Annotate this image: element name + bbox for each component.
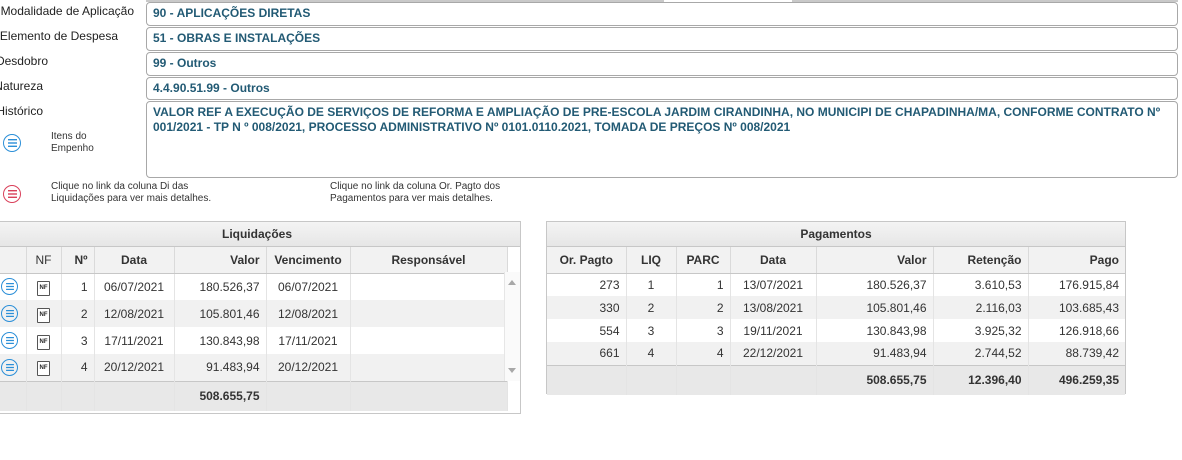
or-pagto-link[interactable]: 554 (547, 319, 627, 342)
label-desdobro: Desdobro (0, 54, 48, 68)
col-valor[interactable]: Valor (816, 247, 934, 274)
nf-document-icon[interactable]: NF (37, 307, 50, 323)
list-icon[interactable] (1, 358, 19, 376)
table-row: NF 1 06/07/2021 180.526,37 06/07/2021 (0, 273, 508, 300)
liquidacoes-total-row: 508.655,75 (0, 380, 508, 411)
table-row: NF 2 12/08/2021 105.801,46 12/08/2021 (0, 300, 508, 327)
col-nf[interactable]: NF (26, 247, 62, 274)
scroll-up-icon[interactable] (508, 280, 516, 285)
col-retencao[interactable]: Retenção (933, 247, 1029, 274)
label-natureza: Natureza (0, 79, 43, 93)
col-data[interactable]: Data (730, 247, 817, 274)
col-numero[interactable]: Nº (61, 247, 95, 274)
itens-empenho-list-icon[interactable] (3, 134, 21, 152)
historico-field: VALOR REF A EXECUÇÃO DE SERVIÇOS DE REFO… (146, 101, 1178, 178)
table-row: 273 1 1 13/07/2021 180.526,37 3.610,53 1… (547, 273, 1125, 296)
liquidacoes-total: 508.655,75 (174, 380, 267, 411)
liquidacoes-table: NF Nº Data Valor Vencimento Responsável … (0, 247, 508, 411)
nf-document-icon[interactable]: NF (37, 361, 50, 377)
list-icon[interactable] (1, 305, 19, 322)
list-icon[interactable] (1, 278, 19, 296)
col-icon-header (0, 247, 27, 274)
table-row: 330 2 2 13/08/2021 105.801,46 2.116,03 1… (547, 296, 1125, 319)
scroll-down-icon[interactable] (508, 368, 516, 373)
pagamentos-total-pago: 496.259,35 (1028, 364, 1125, 395)
col-data[interactable]: Data (94, 247, 175, 274)
pagamentos-grid: Pagamentos Or. Pagto LIQ PARC Data Valor… (546, 221, 1126, 395)
label-historico: Histórico (0, 104, 43, 118)
pagamentos-title: Pagamentos (547, 222, 1125, 247)
nf-document-icon[interactable]: NF (37, 280, 50, 296)
label-modalidade: Modalidade de Aplicação (0, 4, 134, 18)
info-red-list-icon (3, 185, 21, 203)
elemento-field: 51 - OBRAS E INSTALAÇÕES (146, 27, 1178, 51)
or-pagto-link[interactable]: 661 (547, 342, 627, 365)
col-parc[interactable]: PARC (676, 247, 731, 274)
list-icon[interactable] (1, 332, 19, 349)
or-pagto-link[interactable]: 330 (547, 296, 627, 319)
liquidacoes-grid: Liquidações NF Nº Data Valor Vencimento … (0, 221, 521, 414)
col-or-pagto[interactable]: Or. Pagto (547, 247, 627, 274)
natureza-field: 4.4.90.51.99 - Outros (146, 77, 1178, 100)
table-row: 554 3 3 19/11/2021 130.843,98 3.925,32 1… (547, 319, 1125, 342)
pagamentos-total-row: 508.655,75 12.396,40 496.259,35 (547, 364, 1125, 395)
table-row: NF 3 17/11/2021 130.843,98 17/11/2021 (0, 327, 508, 354)
col-responsavel[interactable]: Responsável (350, 247, 508, 274)
itens-empenho-link[interactable]: Itens do Empenho (51, 131, 94, 155)
table-row: 661 4 4 22/12/2021 91.483,94 2.744,52 88… (547, 342, 1125, 365)
or-pagto-link[interactable]: 273 (547, 273, 627, 296)
pagamentos-table: Or. Pagto LIQ PARC Data Valor Retenção P… (547, 247, 1125, 395)
liquidacoes-hint: Clique no link da coluna Di das Liquidaçõ… (51, 181, 212, 204)
col-pago[interactable]: Pago (1028, 247, 1125, 274)
liquidacoes-scrollbar[interactable] (504, 272, 520, 381)
nf-document-icon[interactable]: NF (37, 334, 50, 350)
col-vencimento[interactable]: Vencimento (266, 247, 351, 274)
pagamentos-total-valor: 508.655,75 (816, 364, 934, 395)
col-liq[interactable]: LIQ (626, 247, 677, 274)
pagamentos-hint: Clique no link da coluna Or. Pagto dos Pa… (330, 181, 501, 204)
label-elemento: Elemento de Despesa (0, 29, 118, 43)
col-valor[interactable]: Valor (174, 247, 267, 274)
desdobro-field: 99 - Outros (146, 52, 1178, 76)
modalidade-field: 90 - APLICAÇÕES DIRETAS (146, 2, 1178, 26)
liquidacoes-title: Liquidações (0, 222, 520, 247)
table-row: NF 4 20/12/2021 91.483,94 20/12/2021 (0, 354, 508, 381)
pagamentos-total-retencao: 12.396,40 (933, 364, 1029, 395)
